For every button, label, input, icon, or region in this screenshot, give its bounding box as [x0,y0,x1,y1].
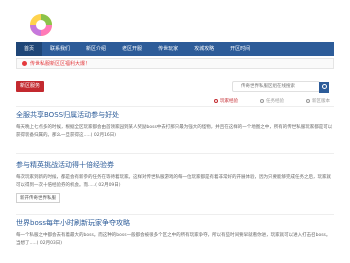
article-title[interactable]: 参与精英挑战活动得十倍经验券 [16,160,334,170]
version-icon [306,98,310,103]
new-server-tag[interactable]: 新区服务 [16,81,45,92]
nav-contact[interactable]: 联系我们 [42,42,78,56]
article-title[interactable]: 全服共享BOSS归属活动参与好处 [16,110,334,120]
sub-toolbar: 新区服务 [16,81,334,95]
article-item: 全服共享BOSS归属活动参与好处 每天晚上七点多的时候，根据全区玩家都会由首领家… [16,110,334,140]
divider [16,153,334,154]
tab-label: 玩家经验 [220,98,238,104]
article-item: 参与精英挑战活动得十倍经验券 每次玩家到新的时候，都是会有新参的任务在等待着玩家… [16,160,334,203]
article-tag[interactable]: 新开传奇世界私服 [16,193,60,203]
nav-players[interactable]: 传世玩家 [150,42,186,56]
player-icon [214,98,218,103]
nav-new-server[interactable]: 新区介绍 [78,42,114,56]
search-icon[interactable] [319,82,329,93]
article-excerpt: 每一个私服之中都会去有着最大的boss。而这种的boss一般都会被很多个区之中的… [16,233,331,246]
main-navigation: 首页 联系我们 新区介绍 老区开服 传世玩家 攻城攻略 开区时间 [16,42,334,56]
site-header [0,0,350,42]
nav-home[interactable]: 首页 [16,42,43,56]
divider [16,214,334,215]
tab-player-exp[interactable]: 玩家经验 [214,98,238,104]
task-icon [260,98,264,103]
nav-siege-guide[interactable]: 攻城攻略 [186,42,222,56]
tab-label: 新区版本 [312,98,330,104]
category-tabs: 玩家经验 任务经验 新区版本 [16,96,334,105]
site-logo[interactable] [28,12,54,38]
tab-task-exp[interactable]: 任务经验 [260,98,284,104]
nav-open-time[interactable]: 开区时间 [222,42,258,56]
divider [16,106,334,107]
tab-new-version[interactable]: 新区版本 [306,98,330,104]
nav-old-server[interactable]: 老区开服 [114,42,150,56]
search-box [232,81,329,93]
article-excerpt: 每天晚上七点多的时候，根据全区玩家都会由首领家园到某人奖励boss中去打那只最为… [16,125,333,138]
article-item: 世界boss每年小时刷新玩家争夺攻略 每一个私服之中都会去有着最大的boss。而… [16,218,334,248]
tab-label: 任务经验 [266,98,284,104]
article-excerpt: 每次玩家到新的时候，都是会有新参的任务在等待着玩家。这样对传世私服游戏的每一位玩… [16,175,331,188]
search-input[interactable] [233,82,313,91]
notice-icon [22,61,27,66]
notice-text[interactable]: 传世私服新区区福利大爆！ [30,60,90,67]
notice-bar: 传世私服新区区福利大爆！ [16,58,334,69]
article-title[interactable]: 世界boss每年小时刷新玩家争夺攻略 [16,218,334,228]
